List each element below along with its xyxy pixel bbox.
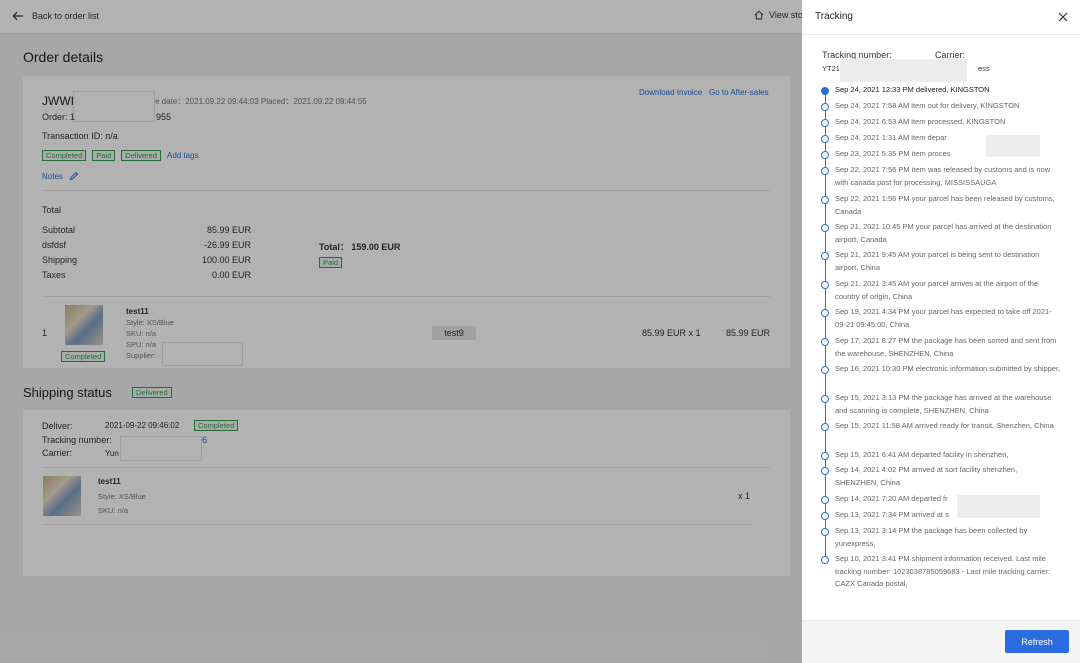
modal-backdrop[interactable] bbox=[0, 0, 802, 663]
timeline-dot bbox=[821, 196, 829, 204]
tracking-event: Sep 24, 2021 12:33 PM delivered, KINGSTO… bbox=[835, 85, 990, 94]
timeline-dot bbox=[821, 224, 829, 232]
tracking-event: Sep 21, 2021 9:45 AM your parcel is bein… bbox=[835, 250, 1040, 272]
tracking-event: Sep 24, 2021 7:58 AM item out for delive… bbox=[835, 101, 1020, 110]
timeline-dot bbox=[821, 423, 829, 431]
timeline-dot bbox=[821, 496, 829, 504]
timeline-dot bbox=[821, 556, 829, 564]
timeline-dot bbox=[821, 395, 829, 403]
tracking-event: Sep 22, 2021 1:56 PM your parcel has bee… bbox=[835, 194, 1055, 216]
tracking-event: Sep 17, 2021 8:27 PM the package has bee… bbox=[835, 336, 1057, 358]
timeline-dot bbox=[821, 309, 829, 317]
timeline-dot bbox=[821, 366, 829, 374]
timeline-dot bbox=[821, 512, 829, 520]
tracking-event: Sep 15, 2021 11:58 AM arrived ready for … bbox=[835, 421, 1054, 430]
timeline-dot bbox=[821, 452, 829, 460]
redacted-event-text bbox=[986, 135, 1040, 157]
tracking-event: Sep 21, 2021 10:45 PM your parcel has ar… bbox=[835, 222, 1052, 244]
timeline-dot bbox=[821, 87, 829, 95]
tracking-event: Sep 22, 2021 7:56 PM item was released b… bbox=[835, 165, 1051, 187]
close-icon[interactable] bbox=[1056, 10, 1070, 24]
timeline-dot bbox=[821, 103, 829, 111]
timeline-dot bbox=[821, 528, 829, 536]
carrier-value: ess bbox=[978, 64, 990, 73]
tracking-event: Sep 14, 2021 4:02 PM arrived at sort fac… bbox=[835, 465, 1018, 487]
timeline-dot bbox=[821, 167, 829, 175]
tracking-event: Sep 21, 2021 3:45 AM your parcel arrives… bbox=[835, 279, 1039, 301]
timeline-dot bbox=[821, 467, 829, 475]
timeline-dot bbox=[821, 119, 829, 127]
timeline-dot bbox=[821, 151, 829, 159]
tracking-number-value: YT21 bbox=[822, 64, 840, 73]
drawer-title: Tracking bbox=[815, 11, 853, 22]
timeline-dot bbox=[821, 338, 829, 346]
drawer-header: Tracking bbox=[802, 0, 1080, 35]
refresh-button[interactable]: Refresh bbox=[1005, 630, 1069, 653]
tracking-event: Sep 15, 2021 3:13 PM the package has arr… bbox=[835, 393, 1052, 415]
tracking-event: Sep 19, 2021 4:34 PM your parcel has exp… bbox=[835, 307, 1052, 329]
timeline-line bbox=[825, 91, 826, 560]
timeline-dot bbox=[821, 252, 829, 260]
tracking-event: Sep 10, 2021 3:41 PM shipment informatio… bbox=[835, 554, 1051, 589]
tracking-event: Sep 15, 2021 6:41 AM departed facility i… bbox=[835, 450, 1009, 459]
tracking-event: Sep 13, 2021 3:14 PM the package has bee… bbox=[835, 526, 1028, 548]
tracking-event: Sep 24, 2021 6:53 AM item processed, KIN… bbox=[835, 117, 1006, 126]
timeline-dot bbox=[821, 135, 829, 143]
timeline-dot bbox=[821, 281, 829, 289]
redacted-event-text bbox=[957, 495, 1040, 518]
tracking-drawer: Tracking Tracking number: Carrier: YT21 … bbox=[802, 0, 1080, 663]
tracking-event: Sep 16, 2021 10:30 PM electronic informa… bbox=[835, 364, 1061, 373]
redacted-tracking-details bbox=[840, 59, 967, 82]
